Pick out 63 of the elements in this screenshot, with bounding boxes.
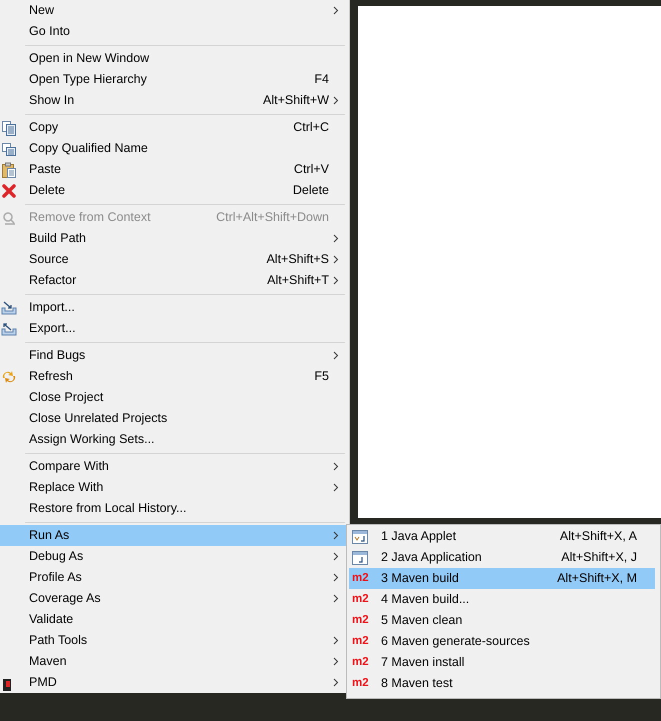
maven-logo: m2: [352, 656, 369, 668]
submenu-item[interactable]: m2 3 Maven build Alt+Shift+X, M: [349, 568, 655, 589]
shortcut-text: Alt+Shift+X, J: [561, 549, 638, 566]
shortcut-text: Ctrl+C: [293, 119, 330, 136]
remove-icon: [1, 210, 17, 226]
maven-logo: m2: [352, 614, 369, 626]
submenu-item[interactable]: m2 7 Maven install: [349, 652, 655, 673]
maven-logo: m2: [352, 678, 369, 690]
submenu-item[interactable]: 1 Java Applet Alt+Shift+X, A: [349, 526, 655, 547]
menu-item[interactable]: Profile As: [0, 567, 349, 588]
menu-item[interactable]: Refresh F5: [0, 366, 349, 387]
menu-item[interactable]: Restore from Local History...: [0, 498, 349, 519]
menu-item[interactable]: Source Alt+Shift+S: [0, 249, 349, 270]
menu-item[interactable]: Paste Ctrl+V: [0, 159, 349, 180]
menu-item[interactable]: Show In Alt+Shift+W: [0, 90, 349, 111]
menu-item[interactable]: Maven: [0, 651, 349, 672]
menu-item[interactable]: Refactor Alt+Shift+T: [0, 270, 349, 291]
menu-item[interactable]: Find Bugs: [0, 345, 349, 366]
applet-icon: [352, 530, 368, 544]
menu-item[interactable]: Open Type Hierarchy F4: [0, 69, 349, 90]
menu-item[interactable]: Debug As: [0, 546, 349, 567]
menu-item[interactable]: Assign Working Sets...: [0, 429, 349, 450]
menu-item[interactable]: Go Into: [0, 21, 349, 42]
maven-logo: m2: [352, 636, 369, 648]
menu-item[interactable]: Path Tools: [0, 630, 349, 651]
shortcut-text: Ctrl+V: [294, 161, 330, 178]
menu-item[interactable]: Compare With: [0, 456, 349, 477]
shortcut-text: Alt+Shift+T: [267, 272, 330, 290]
menu-item[interactable]: New: [0, 0, 349, 21]
menu-item[interactable]: Copy Ctrl+C: [0, 117, 349, 138]
menu-item[interactable]: Copy Qualified Name: [0, 138, 349, 159]
menu-item[interactable]: Coverage As: [0, 588, 349, 609]
shortcut-text: Alt+Shift+S: [266, 251, 330, 268]
shortcut-text: Ctrl+Alt+Shift+Down: [216, 209, 330, 226]
shortcut-text: Delete: [292, 182, 330, 200]
menu-item[interactable]: Replace With: [0, 477, 349, 498]
menu-item[interactable]: Close Project: [0, 387, 349, 408]
menu-item[interactable]: Validate: [0, 609, 349, 630]
menu-item[interactable]: Export...: [0, 318, 349, 339]
shortcut-text: Alt+Shift+X, A: [560, 528, 638, 546]
menu-item[interactable]: Run As: [0, 525, 349, 546]
shortcut-text: Alt+Shift+W: [263, 92, 330, 110]
menu-item[interactable]: Build Path: [0, 228, 349, 249]
menu-item[interactable]: Import...: [0, 297, 349, 318]
menu-item[interactable]: PMD: [0, 672, 349, 693]
shortcut-text: F4: [314, 71, 330, 88]
export-icon: [1, 320, 17, 336]
delete-icon: [1, 182, 17, 198]
maven-logo: m2: [352, 594, 369, 606]
submenu-item[interactable]: 2 Java Application Alt+Shift+X, J: [349, 547, 655, 568]
window-icon: [352, 550, 368, 564]
submenu-item[interactable]: m2 4 Maven build...: [349, 589, 655, 610]
maven-logo: m2: [352, 572, 369, 584]
menu-item[interactable]: Delete Delete: [0, 180, 349, 201]
shortcut-text: F5: [314, 368, 330, 386]
refresh-icon: [1, 368, 17, 384]
submenu-item[interactable]: m2 8 Maven test: [349, 673, 655, 694]
import-icon: [1, 300, 17, 316]
submenu-item[interactable]: m2 6 Maven generate-sources: [349, 631, 655, 652]
shortcut-text: Alt+Shift+X, M: [557, 570, 638, 588]
menu-item[interactable]: Close Unrelated Projects: [0, 408, 349, 429]
menu-item[interactable]: Open in New Window: [0, 48, 349, 69]
submenu-item[interactable]: m2 5 Maven clean: [349, 610, 655, 631]
